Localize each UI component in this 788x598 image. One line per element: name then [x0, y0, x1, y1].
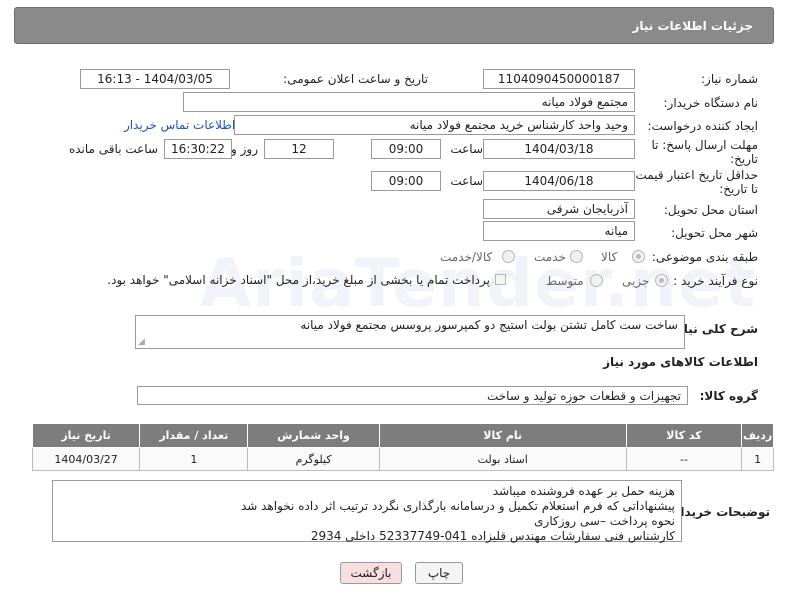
reply-date-field[interactable]: 1404/03/18: [483, 139, 635, 159]
col-unit-header: واحد شمارش: [247, 423, 380, 448]
remaining-time-label: ساعت باقی مانده: [68, 142, 158, 156]
category-label: طبقه بندی موضوعی:: [651, 250, 758, 264]
reply-time-label: ساعت: [450, 142, 483, 156]
cell-date: 1404/03/27: [31, 447, 141, 471]
table-row[interactable]: 1 -- استاد بولت کیلوگرم 1 1404/03/27: [31, 447, 774, 471]
cell-unit: کیلوگرم: [247, 447, 380, 471]
goods-section-title: اطلاعات کالاهای مورد نیاز: [603, 355, 758, 369]
city-field[interactable]: میانه: [483, 221, 635, 241]
days-label: روز و: [231, 142, 258, 156]
col-code-header: کد کالا: [625, 423, 743, 448]
category-goods-label: کالا: [601, 250, 618, 264]
process-medium-label: متوسط: [546, 274, 584, 288]
col-row-header: ردیف: [741, 423, 774, 448]
days-remaining-field[interactable]: 12: [264, 139, 334, 159]
table-header-row: ردیف کد کالا نام کالا واحد شمارش تعداد /…: [31, 423, 774, 448]
goods-group-field[interactable]: تجهیزات و قطعات حوزه تولید و ساخت: [137, 386, 688, 405]
province-label: استان محل تحویل:: [663, 203, 758, 217]
treasury-payment-note: پرداخت تمام یا بخشی از مبلغ خرید،از محل …: [107, 273, 490, 287]
buyer-org-label: نام دستگاه خریدار:: [663, 96, 759, 110]
print-button[interactable]: چاپ: [415, 562, 463, 584]
goods-group-label: گروه کالا:: [699, 389, 758, 403]
reply-time-field[interactable]: 09:00: [371, 139, 441, 159]
buyer-contact-link[interactable]: اطلاعات تماس خریدار: [124, 118, 235, 132]
resize-grip-icon: ◢: [138, 337, 145, 347]
col-date-header: تاریخ نیاز: [31, 423, 141, 448]
back-button[interactable]: بازگشت: [340, 562, 402, 584]
reply-deadline-label: مهلت ارسال پاسخ: تا: [651, 138, 758, 152]
validity-time-field[interactable]: 09:00: [371, 171, 441, 191]
notes-line: نحوه پرداخت –سی روزکاری: [534, 514, 675, 528]
col-name-header: نام کالا: [378, 423, 627, 448]
description-textarea[interactable]: ساخت ست کامل تشتن بولت استیج دو کمپرسور …: [135, 315, 685, 349]
buyer-notes-label: توضیحات خریدار:: [668, 505, 770, 519]
need-number-field[interactable]: 1104090450000187: [483, 69, 635, 89]
treasury-payment-checkbox[interactable]: [495, 274, 506, 285]
reply-deadline-label-2: تاریخ:: [730, 152, 758, 166]
validity-label-2: تا تاریخ:: [719, 182, 758, 196]
process-medium-radio[interactable]: [590, 274, 603, 287]
panel-title-bar: جزئیات اطلاعات نیاز: [14, 7, 774, 44]
city-label: شهر محل تحویل:: [671, 226, 758, 240]
creator-field[interactable]: وحید واحد کارشناس خرید مجتمع فولاد میانه: [234, 115, 635, 135]
process-type-label: نوع فرآیند خرید :: [673, 274, 758, 288]
announce-date-label: تاریخ و ساعت اعلان عمومی:: [283, 72, 428, 86]
notes-line: کارشناس فنی سفارشات مهندس قلیزاده 041-52…: [310, 529, 675, 543]
remaining-time-field[interactable]: 16:30:22: [164, 139, 232, 159]
buyer-notes-box[interactable]: هزینه حمل بر عهده فروشنده میباشد پیشنهاد…: [52, 480, 682, 543]
validity-label: حداقل تاریخ اعتبار قیمت:: [631, 168, 758, 182]
category-both-label: کالا/خدمت: [440, 250, 493, 264]
cell-name: استاد بولت: [378, 447, 627, 471]
goods-table: ردیف کد کالا نام کالا واحد شمارش تعداد /…: [31, 423, 774, 471]
category-both-radio[interactable]: [502, 250, 515, 263]
description-text: ساخت ست کامل تشتن بولت استیج دو کمپرسور …: [300, 318, 678, 332]
validity-time-label: ساعت: [450, 174, 483, 188]
creator-label: ایجاد کننده درخواست:: [647, 119, 758, 133]
notes-line: پیشنهاداتی که فرم استعلام تکمیل و درساما…: [240, 499, 675, 513]
process-minor-label: جزیی: [622, 274, 650, 288]
process-minor-radio[interactable]: [655, 274, 668, 287]
need-number-label: شماره نیاز:: [701, 72, 758, 86]
cell-qty: 1: [139, 447, 249, 471]
category-service-label: خدمت: [534, 250, 566, 264]
category-service-radio[interactable]: [570, 250, 583, 263]
cell-code: --: [625, 447, 743, 471]
validity-date-field[interactable]: 1404/06/18: [483, 171, 635, 191]
notes-line: هزینه حمل بر عهده فروشنده میباشد: [492, 484, 675, 498]
cell-row: 1: [741, 447, 774, 471]
province-field[interactable]: آذربایجان شرقی: [483, 199, 635, 219]
category-goods-radio[interactable]: [632, 250, 645, 263]
col-qty-header: تعداد / مقدار: [139, 423, 249, 448]
announce-date-field[interactable]: 1404/03/05 - 16:13: [80, 69, 230, 89]
page-title: جزئیات اطلاعات نیاز: [632, 19, 753, 33]
buyer-org-field[interactable]: مجتمع فولاد میانه: [183, 92, 635, 112]
